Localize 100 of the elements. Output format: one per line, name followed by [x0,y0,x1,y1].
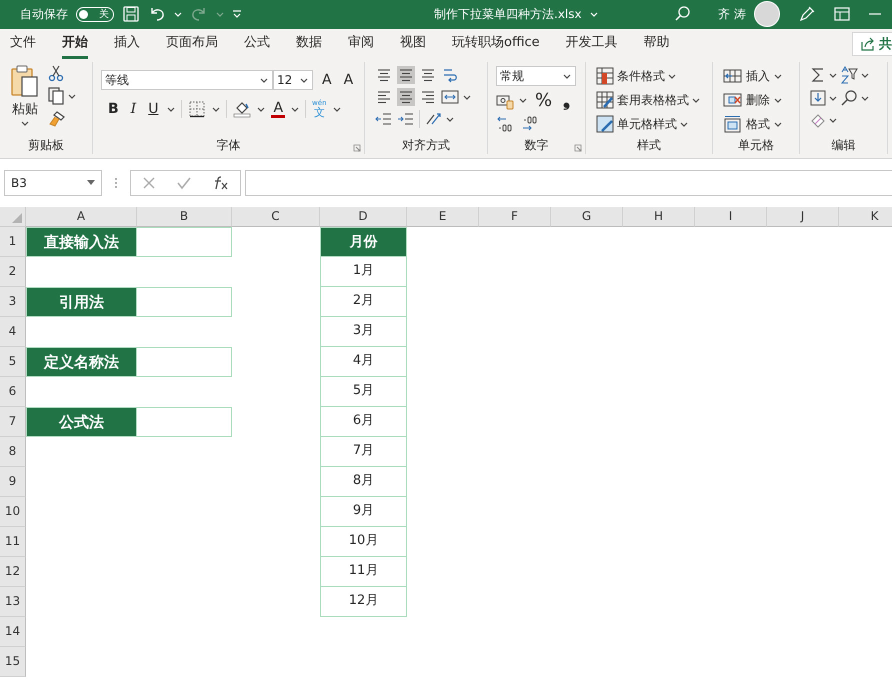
comma-style-button[interactable]: ❟ [560,90,574,111]
input-cell[interactable] [137,347,232,377]
row-header[interactable]: 2 [0,257,26,287]
caret-icon[interactable] [829,94,837,102]
enter-check-icon[interactable] [177,176,192,190]
caret-icon[interactable] [668,72,676,80]
column-header[interactable]: C [232,207,320,227]
caret-icon[interactable] [861,94,869,102]
row-header[interactable]: 13 [0,587,26,617]
caret-icon[interactable] [774,96,782,104]
caret-icon[interactable] [68,92,76,100]
autosave-toggle[interactable]: 关 [76,6,114,22]
ribbon-tab[interactable]: 公式 [244,28,270,59]
row-header[interactable]: 8 [0,437,26,467]
share-button[interactable]: 共 [852,32,892,56]
row-header[interactable]: 5 [0,347,26,377]
ribbon-tab[interactable]: 数据 [296,28,322,59]
row-header[interactable]: 12 [0,557,26,587]
ribbon-display-icon[interactable] [834,7,850,21]
formula-input-field[interactable] [245,170,892,196]
ribbon-tab[interactable]: 插入 [114,28,140,59]
caret-icon[interactable] [167,106,176,112]
copy-icon[interactable] [48,87,64,105]
autosum-icon[interactable] [810,67,826,83]
caret-icon[interactable] [774,72,782,80]
caret-icon[interactable] [463,94,471,100]
row-header[interactable]: 14 [0,617,26,647]
ribbon-tab[interactable]: 开发工具 [566,28,618,59]
ribbon-tab[interactable]: 文件 [10,28,36,59]
row-header[interactable]: 9 [0,467,26,497]
bold-button[interactable]: B [105,101,122,117]
row-header[interactable]: 3 [0,287,26,317]
caret-icon[interactable] [563,72,571,80]
caret-icon[interactable] [212,106,220,112]
ribbon-tab[interactable]: 帮助 [644,28,670,59]
caret-icon[interactable] [87,180,95,186]
column-header[interactable]: D [320,207,407,227]
font-size-dropdown[interactable]: 12 [273,70,313,90]
avatar[interactable] [754,1,780,27]
row-header[interactable]: 11 [0,527,26,557]
row-header[interactable]: 7 [0,407,26,437]
input-cell[interactable] [137,287,232,317]
caret-icon[interactable] [774,120,782,128]
number-format-dropdown[interactable]: 常规 [496,66,576,86]
caret-icon[interactable] [446,116,454,122]
customize-icon[interactable] [232,9,242,19]
ribbon-tab[interactable]: 页面布局 [166,28,218,59]
caret-icon[interactable] [291,106,300,112]
styles-menu-button[interactable]: 条件格式 [596,66,712,86]
search-icon[interactable] [840,89,858,107]
caret-icon[interactable] [519,97,527,104]
more-options-icon[interactable] [114,177,118,189]
cells-menu-button[interactable]: 格式 [723,114,799,134]
font-color-button[interactable]: A [271,100,286,118]
fill-icon[interactable] [810,90,826,106]
save-icon[interactable] [122,5,140,23]
column-header[interactable]: F [479,207,551,227]
insert-function-icon[interactable] [213,176,230,190]
caret-icon[interactable] [21,120,29,127]
paste-button[interactable]: 粘贴 [10,64,40,136]
font-name-dropdown[interactable]: 等线 [101,70,273,90]
column-header[interactable]: A [26,207,137,227]
caret-icon[interactable] [260,76,268,84]
fill-color-icon[interactable] [233,100,252,118]
scissors-icon[interactable] [48,64,64,82]
search-icon[interactable] [674,5,692,23]
row-header[interactable]: 15 [0,647,26,677]
dialog-launcher-icon[interactable] [574,144,582,152]
caret-icon[interactable] [257,106,266,112]
caret-icon[interactable] [829,72,837,78]
underline-button[interactable]: U [145,101,162,117]
decrease-font-size-button[interactable]: A [340,72,356,88]
caret-icon[interactable] [829,116,837,124]
name-box[interactable]: B3 [4,170,102,196]
pen-icon[interactable] [798,5,816,23]
styles-menu-button[interactable]: 套用表格格式 [596,90,712,110]
row-header[interactable]: 10 [0,497,26,527]
row-header[interactable]: 4 [0,317,26,347]
increase-font-size-button[interactable]: A [319,72,335,88]
align-center-icon[interactable] [397,88,415,106]
caret-icon[interactable] [332,106,340,112]
borders-icon[interactable] [188,100,206,118]
ribbon-tab[interactable]: 玩转职场office [452,28,540,59]
column-header[interactable]: E [407,207,479,227]
input-cell[interactable] [137,407,232,437]
column-header[interactable]: I [695,207,767,227]
caret-icon[interactable] [300,76,308,84]
cells-menu-button[interactable]: 删除 [723,90,799,110]
align-middle-icon[interactable] [397,66,415,84]
input-cell[interactable] [137,227,232,257]
column-header[interactable]: J [767,207,839,227]
column-header[interactable]: B [137,207,232,227]
styles-menu-button[interactable]: 单元格样式 [596,114,712,134]
percent-style-button[interactable]: % [532,90,556,111]
italic-button[interactable]: I [128,101,140,117]
format-painter-icon[interactable] [48,110,66,128]
row-header[interactable]: 1 [0,227,26,257]
dialog-launcher-icon[interactable] [353,144,361,152]
caret-icon[interactable] [692,96,700,104]
column-header[interactable]: G [551,207,623,227]
